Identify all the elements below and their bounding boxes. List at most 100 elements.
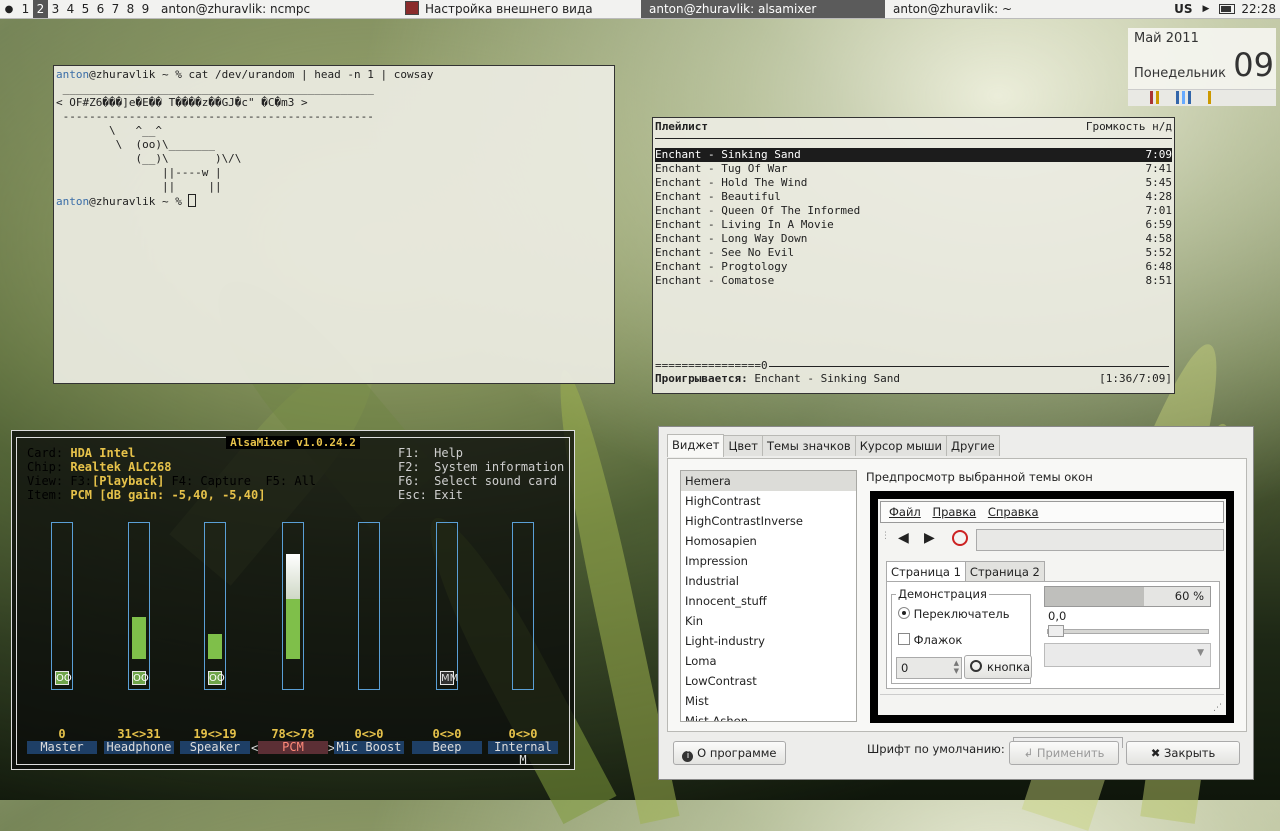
stop-icon[interactable] xyxy=(952,530,968,546)
tab-color[interactable]: Цвет xyxy=(723,435,763,456)
forward-arrow-icon[interactable]: ▶ xyxy=(924,530,935,546)
channel-name[interactable]: Beep xyxy=(412,741,482,754)
volume-bar-pcm[interactable] xyxy=(282,522,304,690)
theme-item[interactable]: HighContrastInverse xyxy=(681,511,856,531)
tab-widget[interactable]: Виджет xyxy=(667,434,725,457)
demo-spinbox[interactable]: 0 ▲ ▼ xyxy=(896,657,962,679)
theme-item[interactable]: Mist-Ashen xyxy=(681,711,856,721)
workspace-4[interactable]: 4 xyxy=(63,0,78,18)
theme-item[interactable]: Loma xyxy=(681,651,856,671)
volume-bar-headphone[interactable]: OO xyxy=(128,522,150,690)
channel-value: 0<>0 xyxy=(432,727,462,741)
spin-arrows-icon[interactable]: ▲ ▼ xyxy=(954,659,959,675)
demo-button[interactable]: кнопка xyxy=(964,655,1032,679)
playlist-row[interactable]: Enchant - Queen Of The Informed 7:01 xyxy=(655,204,1172,218)
back-arrow-icon[interactable]: ◀ xyxy=(898,530,909,546)
workspace-8[interactable]: 8 xyxy=(123,0,138,18)
theme-item[interactable]: Homosapien xyxy=(681,531,856,551)
close-button[interactable]: ✖ Закрыть xyxy=(1126,741,1240,765)
task-terminal[interactable]: anton@zhuravlik: ~ xyxy=(885,0,1129,18)
channel-name[interactable]: Speaker xyxy=(180,741,250,754)
tab-other[interactable]: Другие xyxy=(946,435,1000,456)
volume-bar-master[interactable]: OO xyxy=(51,522,73,690)
playlist-row[interactable]: Enchant - Hold The Wind 5:45 xyxy=(655,176,1172,190)
channel-value: 31<>31 xyxy=(117,727,161,741)
playlist-row[interactable]: Enchant - Living In A Movie 6:59 xyxy=(655,218,1172,232)
theme-item[interactable]: Light-industry xyxy=(681,631,856,651)
terminal-window[interactable]: anton@zhuravlik ~ % cat /dev/urandom | h… xyxy=(53,65,615,384)
playlist-row[interactable]: Enchant - Tug Of War 7:41 xyxy=(655,162,1172,176)
volume-bar-internal-m[interactable] xyxy=(512,522,534,690)
playlist-row[interactable]: Enchant - Sinking Sand 7:09 xyxy=(655,148,1172,162)
theme-item[interactable]: LowContrast xyxy=(681,671,856,691)
channel-name[interactable]: Headphone xyxy=(104,741,174,754)
theme-item[interactable]: Mist xyxy=(681,691,856,711)
task-alsamixer[interactable]: anton@zhuravlik: alsamixer xyxy=(641,0,885,18)
demo-radio[interactable]: Переключатель xyxy=(898,607,1009,621)
theme-item[interactable]: Kin xyxy=(681,611,856,631)
volume-bar-speaker[interactable]: OO xyxy=(204,522,226,690)
workspace-3[interactable]: 3 xyxy=(48,0,63,18)
about-button[interactable]: i О программе xyxy=(673,741,786,765)
ncmpc-window[interactable]: Плейлист Громкость н/д Enchant - Sinking… xyxy=(652,117,1175,394)
view-playback[interactable]: [Playback] xyxy=(92,474,164,488)
card-label: Card: xyxy=(27,446,64,460)
preview-entry[interactable] xyxy=(976,529,1224,551)
playlist-row[interactable]: Enchant - See No Evil 5:52 xyxy=(655,246,1172,260)
preview-tab-page1[interactable]: Страница 1 xyxy=(886,561,966,582)
playlist-row[interactable]: Enchant - Long Way Down 4:58 xyxy=(655,232,1172,246)
workspace-6[interactable]: 6 xyxy=(93,0,108,18)
playlist-row[interactable]: Enchant - Beautiful 4:28 xyxy=(655,190,1172,204)
task-appearance[interactable]: Настройка внешнего вида xyxy=(397,0,641,18)
playback-progress[interactable]: ================0 xyxy=(655,359,1172,373)
channel-name[interactable]: Master xyxy=(27,741,97,754)
task-ncmpc[interactable]: anton@zhuravlik: ncmpc xyxy=(153,0,397,18)
demo-combobox[interactable]: ▼ xyxy=(1044,643,1211,667)
terminal-cursor[interactable] xyxy=(188,194,197,207)
mute-switch[interactable]: OO xyxy=(208,671,225,685)
demo-slider-knob[interactable] xyxy=(1048,625,1064,637)
workspace-2[interactable]: 2 xyxy=(33,0,48,18)
channel-name[interactable]: Mic Boost xyxy=(334,741,404,754)
preview-menu-edit[interactable]: Правка xyxy=(932,502,976,522)
preview-toolbar: ⋮ ◀ ▶ xyxy=(878,527,1226,553)
tab-mouse-cursor[interactable]: Курсор мыши xyxy=(854,435,948,456)
workspace-7[interactable]: 7 xyxy=(108,0,123,18)
mute-switch[interactable]: OO xyxy=(132,671,149,685)
play-icon[interactable]: ▶ xyxy=(1202,4,1209,14)
theme-item[interactable]: Innocent_stuff xyxy=(681,591,856,611)
channel-name[interactable]: Internal M xyxy=(488,741,558,767)
preview-menu-help[interactable]: Справка xyxy=(988,502,1039,522)
battery-icon[interactable] xyxy=(1219,4,1236,14)
channel-name[interactable]: PCM xyxy=(258,741,328,754)
clock[interactable]: 22:28 xyxy=(1241,2,1276,16)
apply-button[interactable]: ↲ Применить xyxy=(1009,741,1119,765)
task-label: anton@zhuravlik: ~ xyxy=(893,2,1013,16)
keyboard-layout[interactable]: US xyxy=(1174,2,1192,16)
workspace-1[interactable]: 1 xyxy=(18,0,33,18)
help-key: Esc: Exit xyxy=(398,488,464,502)
mute-switch[interactable]: OO xyxy=(55,671,72,685)
panel-menu-icon[interactable]: ● xyxy=(0,4,18,15)
theme-item[interactable]: HighContrast xyxy=(681,491,856,511)
playlist-row[interactable]: Enchant - Progtology 6:48 xyxy=(655,260,1172,274)
chip-label: Chip: xyxy=(27,460,64,474)
preview-menu-file[interactable]: Файл xyxy=(889,502,921,522)
tab-icon-themes[interactable]: Темы значков xyxy=(761,435,856,456)
workspace-9[interactable]: 9 xyxy=(138,0,153,18)
demo-checkbox[interactable]: Флажок xyxy=(898,633,962,647)
calendar-weekday: Понедельник xyxy=(1134,66,1226,81)
track-name: Enchant - Long Way Down xyxy=(655,232,808,245)
theme-item[interactable]: Hemera xyxy=(681,471,856,491)
workspace-5[interactable]: 5 xyxy=(78,0,93,18)
theme-item[interactable]: Impression xyxy=(681,551,856,571)
demo-slider-track[interactable] xyxy=(1047,629,1209,634)
volume-bar-mic-boost[interactable] xyxy=(358,522,380,690)
volume-bar-beep[interactable]: MM xyxy=(436,522,458,690)
mute-switch[interactable]: MM xyxy=(440,671,458,685)
preview-tab-page2[interactable]: Страница 2 xyxy=(964,561,1045,582)
theme-list[interactable]: Hemera HighContrast HighContrastInverse … xyxy=(680,470,857,722)
playlist-row[interactable]: Enchant - Comatose 8:51 xyxy=(655,274,1172,288)
divider xyxy=(655,138,1172,139)
theme-item[interactable]: Industrial xyxy=(681,571,856,591)
